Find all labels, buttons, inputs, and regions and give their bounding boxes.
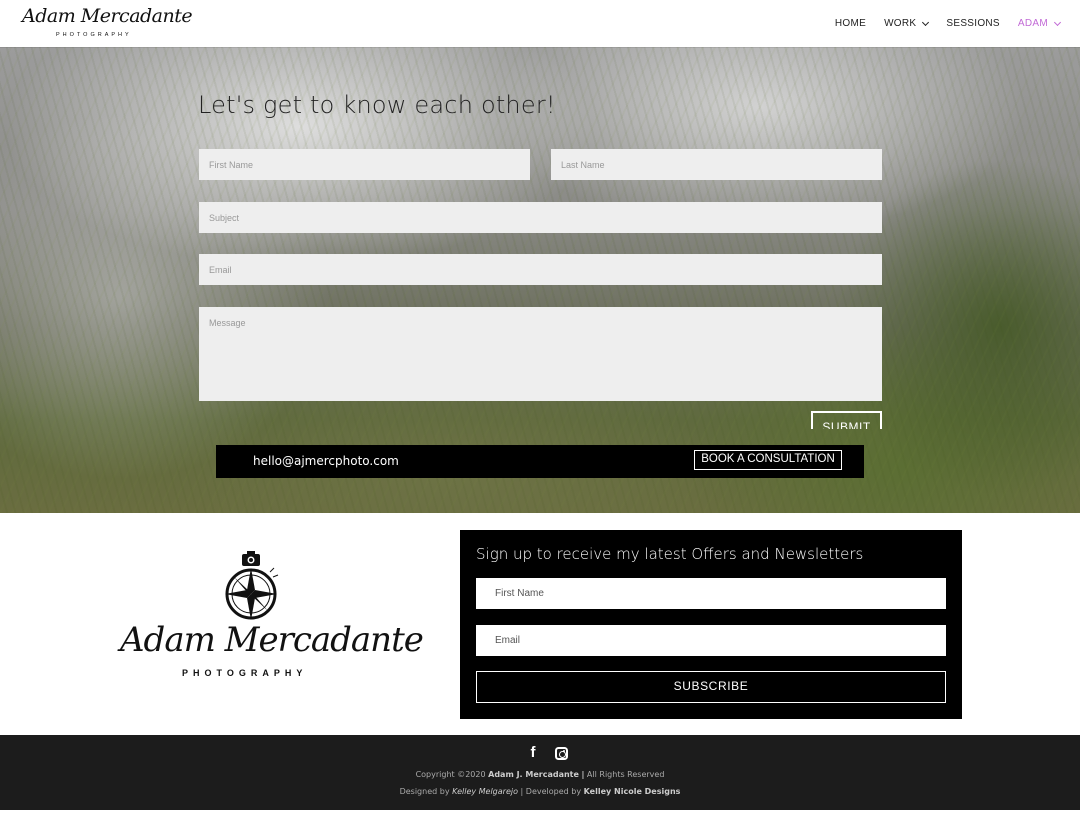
- nav-item-home[interactable]: HOME: [835, 18, 866, 29]
- book-consultation-button[interactable]: BOOK A CONSULTATION: [694, 450, 842, 470]
- chevron-down-icon: [1053, 18, 1062, 26]
- last-name-placeholder: Last Name: [561, 159, 605, 170]
- message-field[interactable]: Message: [199, 307, 882, 401]
- copyright-prefix: Copyright ©2020: [415, 770, 486, 779]
- newsletter-first-name-placeholder: First Name: [495, 588, 544, 599]
- credits-line: Designed by Kelley Melgarejo | Developed…: [0, 787, 1080, 796]
- site-header: Adam Mercadante PHOTOGRAPHY HOME WORK SE…: [0, 0, 1080, 47]
- camera-compass-icon: [225, 551, 279, 620]
- designed-by-prefix: Designed by: [399, 787, 450, 796]
- social-links: f: [527, 745, 568, 761]
- subject-field[interactable]: Subject: [199, 202, 882, 233]
- newsletter-title: Sign up to receive my latest Offers and …: [476, 545, 864, 563]
- developed-by-prefix: | Developed by: [520, 787, 582, 796]
- message-placeholder: Message: [209, 318, 246, 328]
- site-footer: f Copyright ©2020 Adam J. Mercadante | A…: [0, 735, 1080, 810]
- contact-email-link[interactable]: hello@ajmercphoto.com: [253, 454, 399, 468]
- subject-placeholder: Subject: [209, 212, 240, 223]
- logo-subtitle: PHOTOGRAPHY: [56, 32, 132, 38]
- first-name-placeholder: First Name: [209, 159, 254, 170]
- site-logo[interactable]: Adam Mercadante PHOTOGRAPHY: [22, 5, 193, 41]
- logo-script: Adam Mercadante: [22, 5, 193, 27]
- submit-button[interactable]: SUBMIT: [811, 411, 882, 429]
- instagram-icon[interactable]: [555, 746, 568, 760]
- nav-item-adam[interactable]: ADAM: [1017, 18, 1062, 29]
- designer-name[interactable]: Kelley Melgarejo: [452, 787, 518, 796]
- newsletter-email-field[interactable]: Email: [476, 625, 946, 656]
- nav-item-work[interactable]: WORK: [884, 18, 930, 29]
- newsletter-first-name-field[interactable]: First Name: [476, 578, 946, 609]
- email-field[interactable]: Email: [199, 254, 882, 285]
- page-title: Let's get to know each other!: [198, 91, 556, 119]
- developer-name[interactable]: Kelley Nicole Designs: [584, 787, 681, 796]
- nav-label-adam: ADAM: [1017, 18, 1048, 29]
- brand-script: Adam Mercadante: [120, 620, 424, 660]
- email-placeholder: Email: [209, 264, 232, 275]
- nav-label-work: WORK: [884, 18, 917, 29]
- copyright-name: Adam J. Mercadante: [488, 770, 579, 779]
- chevron-down-icon: [922, 18, 930, 26]
- newsletter-signup: Sign up to receive my latest Offers and …: [460, 530, 962, 719]
- nav-item-sessions[interactable]: SESSIONS: [946, 18, 1000, 29]
- copyright-line: Copyright ©2020 Adam J. Mercadante | All…: [0, 770, 1080, 779]
- facebook-icon[interactable]: f: [527, 745, 539, 761]
- subscribe-button[interactable]: SUBSCRIBE: [476, 671, 946, 703]
- copyright-suffix: All Rights Reserved: [586, 770, 665, 779]
- nav-label-sessions: SESSIONS: [946, 18, 1000, 29]
- main-nav: HOME WORK SESSIONS ADAM: [835, 0, 1062, 47]
- newsletter-email-placeholder: Email: [495, 635, 521, 646]
- first-name-field[interactable]: First Name: [199, 149, 530, 180]
- brand-logo: Adam Mercadante PHOTOGRAPHY: [120, 550, 424, 690]
- contact-hero: Let's get to know each other! First Name…: [0, 47, 1080, 513]
- contact-bar: hello@ajmercphoto.com BOOK A CONSULTATIO…: [216, 445, 864, 478]
- copyright-separator: |: [581, 770, 585, 779]
- nav-label-home: HOME: [834, 18, 867, 29]
- last-name-field[interactable]: Last Name: [551, 149, 882, 180]
- brand-subtitle: PHOTOGRAPHY: [182, 668, 308, 678]
